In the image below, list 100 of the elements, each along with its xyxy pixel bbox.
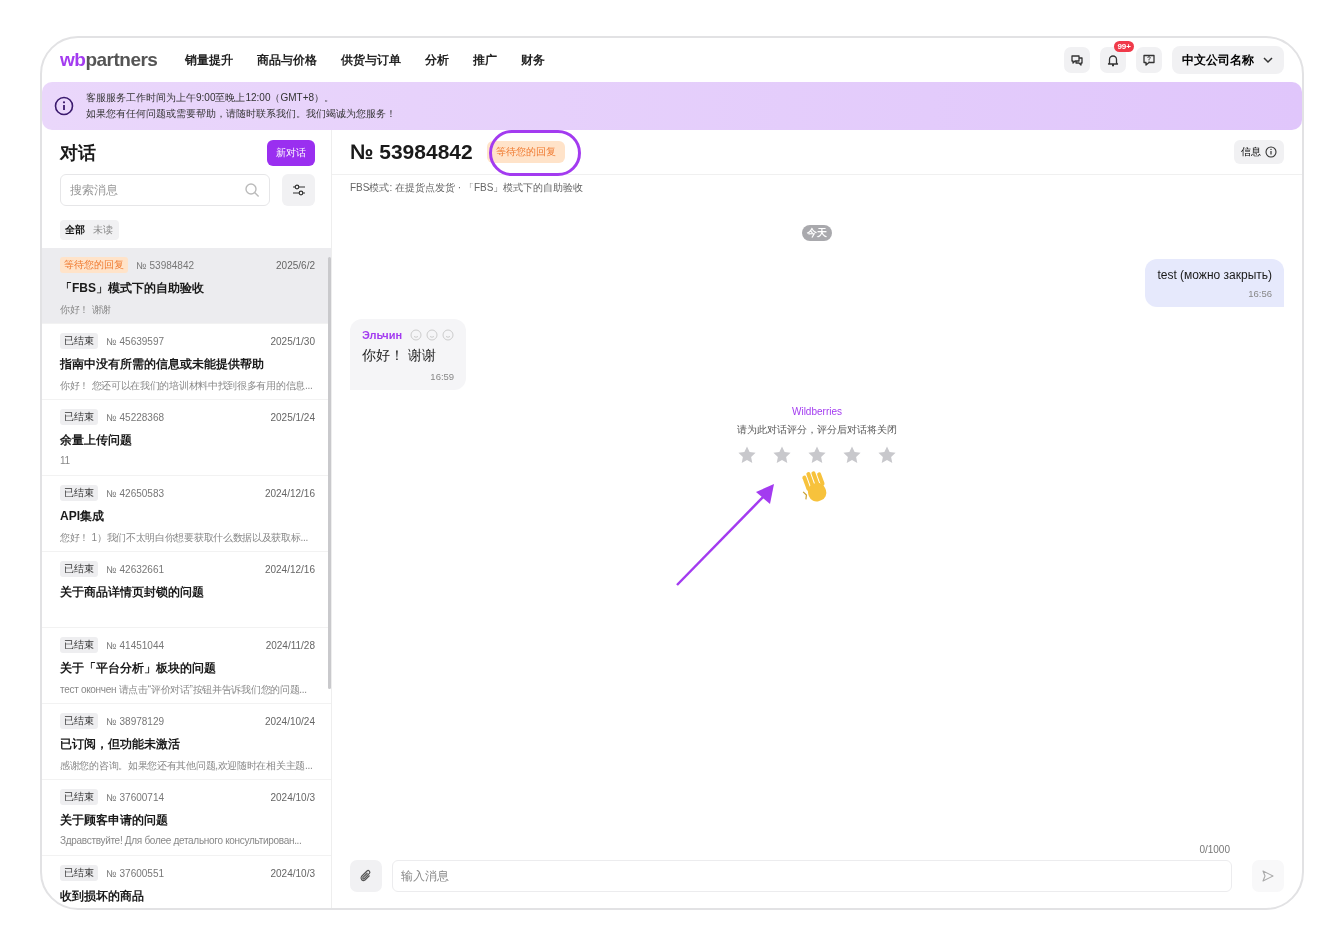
attach-button[interactable] <box>350 860 382 892</box>
star-icon[interactable] <box>807 445 827 465</box>
status-badge: 已结束 <box>60 409 98 425</box>
message-text: 你好！ 谢谢 <box>362 347 437 365</box>
send-icon <box>1261 869 1275 883</box>
conversation-number: № 42650583 <box>106 487 164 499</box>
conversation-title: 余量上传问题 <box>60 432 133 449</box>
conversation-title: API集成 <box>60 508 105 525</box>
conversation-number: № 37600551 <box>106 867 164 879</box>
info-icon <box>54 96 74 116</box>
conversation-title: 收到损坏的商品 <box>60 888 145 905</box>
nav-link[interactable]: 分析 <box>425 51 450 69</box>
conversation-number: № 42632661 <box>106 563 164 575</box>
sliders-icon <box>291 183 306 197</box>
conversation-number: № 38978129 <box>106 715 164 727</box>
conversation-date: 2025/6/2 <box>276 259 315 271</box>
rating-prompt: 请为此对话评分，评分后对话将关闭 <box>737 423 897 437</box>
notifications-button[interactable] <box>1100 47 1126 73</box>
message-text: test (можно закрыть) <box>1157 268 1272 282</box>
paperclip-icon <box>359 869 373 883</box>
nav-link[interactable]: 供货与订单 <box>341 51 402 69</box>
conversation-preview: тест окончен 请点击“评价对话”按钮并告诉我们您的问题... <box>60 683 308 697</box>
conversation-title: 关于顾客申请的问题 <box>60 812 169 829</box>
star-icon[interactable] <box>842 445 862 465</box>
status-badge: 已结束 <box>60 333 98 349</box>
date-divider: 今天 <box>802 225 832 241</box>
notification-badge: 99+ <box>1114 41 1134 52</box>
status-badge: 已结束 <box>60 713 98 729</box>
smiley-icon[interactable] <box>410 329 423 341</box>
star-icon[interactable] <box>737 445 757 465</box>
status-badge: 等待您的回复 <box>60 257 128 273</box>
scrollbar[interactable] <box>328 257 331 689</box>
send-button[interactable] <box>1252 860 1284 892</box>
star-rating[interactable] <box>737 445 897 465</box>
conversation-number: № 37600714 <box>106 791 164 803</box>
filter-button[interactable] <box>282 174 315 206</box>
info-button[interactable]: 信息 <box>1234 140 1284 164</box>
conversation-number: № 45228368 <box>106 411 164 423</box>
star-icon[interactable] <box>772 445 792 465</box>
conversation-date: 2024/12/16 <box>264 563 315 575</box>
conversation-title: 关于商品详情页封锁的问题 <box>60 584 205 601</box>
conversation-number: № 41451044 <box>106 639 164 651</box>
bell-icon <box>1106 53 1120 67</box>
filter-tab[interactable]: 全部 <box>60 220 89 240</box>
conversation-number: № 45639597 <box>106 335 164 347</box>
status-badge: 已结束 <box>60 637 98 653</box>
conversation-preview: 感谢您的咨询。如果您还有其他问题,欢迎随时在相关主题... <box>60 759 314 773</box>
chat-button[interactable] <box>1064 47 1090 73</box>
conversation-title: 「FBS」模式下的自助验收 <box>60 280 205 297</box>
conversation-date: 2024/11/28 <box>265 639 315 651</box>
conversation-preview: 您好！ 1）我们不太明白你想要获取什么数据以及获取标... <box>60 531 309 545</box>
status-badge: 等待您的回复 <box>486 141 565 163</box>
chat-bubbles-icon <box>1070 53 1084 67</box>
nav-link[interactable]: 商品与价格 <box>257 51 318 69</box>
conversation-item[interactable]: 已结束 № 38978129 2024/10/24 已订阅，但功能未激活 感谢您的咨询。如果您还有其他问题,欢迎随时在相关主题... <box>42 704 331 780</box>
search-field[interactable]: 搜索消息 <box>60 174 270 206</box>
question-bubble-icon <box>1142 53 1156 67</box>
conversation-preview: 你好！ 您还可以在我们的培训材料中找到很多有用的信息... <box>60 379 314 393</box>
nav-link[interactable]: 财务 <box>521 51 546 69</box>
conversation-title: 已订阅，但功能未激活 <box>60 736 181 753</box>
conversation-item[interactable]: 等待您的回复 № 53984842 2025/6/2 「FBS」模式下的自助验收 你好！ 谢谢 <box>42 248 331 324</box>
dialog-subtitle: FBS模式: 在提货点发货 · 「FBS」模式下的自助验收 <box>349 181 585 195</box>
status-badge: 已结束 <box>60 789 98 805</box>
smiley-icon[interactable] <box>426 329 439 341</box>
sender-name: Эльчин <box>362 329 403 341</box>
message-input[interactable]: 输入消息 <box>392 860 1232 892</box>
dialog-number: № 53984842 <box>350 140 473 164</box>
new-dialog-button[interactable]: 新对话 <box>267 140 315 166</box>
sidebar-title: 对话 <box>60 142 96 165</box>
help-button[interactable] <box>1136 47 1162 73</box>
conversation-preview: 11 <box>60 455 71 466</box>
conversation-date: 2025/1/30 <box>270 335 315 347</box>
message-time: 16:59 <box>429 371 455 382</box>
conversation-item[interactable]: 已结束 № 37600714 2024/10/3 关于顾客申请的问题 Здравствуйте! Для более детального консультирован... <box>42 780 331 856</box>
nav-link[interactable]: 销量提升 <box>185 51 234 69</box>
status-badge: 已结束 <box>60 865 98 881</box>
nav-link[interactable]: 推广 <box>473 51 498 69</box>
logo[interactable]: wbpartners <box>60 49 158 71</box>
company-dropdown[interactable]: 中文公司名称 <box>1172 46 1284 74</box>
conversation-date: 2024/12/16 <box>264 487 315 499</box>
smiley-icon[interactable] <box>442 329 455 341</box>
conversation-title: 指南中没有所需的信息或未能提供帮助 <box>60 356 265 373</box>
conversation-preview: 你好！ 谢谢 <box>60 303 112 317</box>
conversation-date: 2024/10/3 <box>270 867 315 879</box>
conversation-date: 2024/10/3 <box>270 791 315 803</box>
conversation-number: № 53984842 <box>136 259 194 271</box>
chevron-down-icon <box>1262 54 1274 66</box>
conversation-date: 2024/10/24 <box>264 715 315 727</box>
conversation-preview: Здравствуйте! Для более детального консультирован... <box>60 835 303 846</box>
search-icon[interactable] <box>244 182 260 198</box>
status-badge: 已结束 <box>60 561 98 577</box>
rating-sender: Wildberries <box>792 406 842 417</box>
banner-text: 如果您有任何问题或需要帮助，请随时联系我们。我们竭诚为您服务！ <box>86 107 396 121</box>
conversation-date: 2025/1/24 <box>270 411 315 423</box>
conversation-title: 关于「平台分析」板块的问题 <box>60 660 217 677</box>
star-icon[interactable] <box>877 445 897 465</box>
conversation-item[interactable]: 已结束 № 37600551 2024/10/3 收到损坏的商品 <box>42 856 331 908</box>
info-icon <box>1265 146 1277 158</box>
status-badge: 已结束 <box>60 485 98 501</box>
message-time: 16:56 <box>1247 288 1272 299</box>
